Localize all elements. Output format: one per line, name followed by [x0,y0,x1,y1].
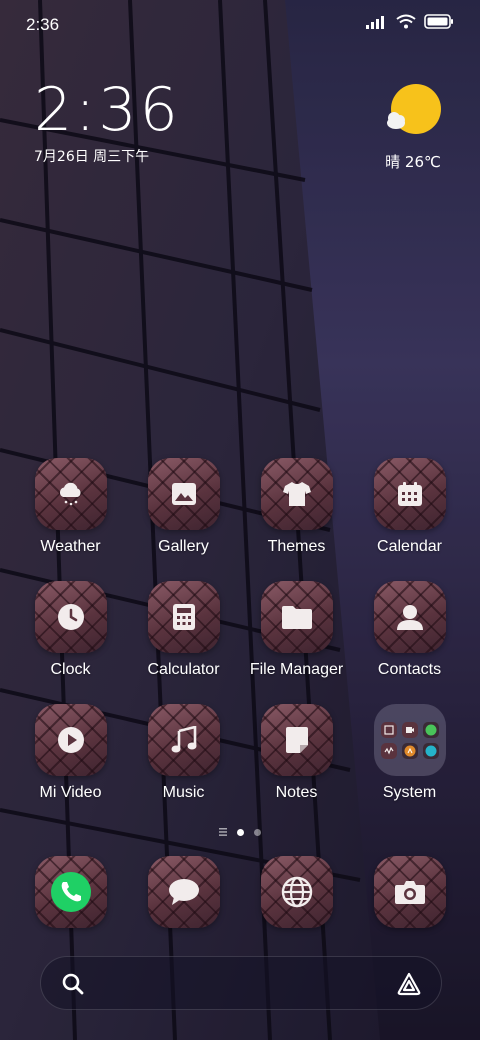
mini-app-icon [422,742,439,759]
status-bar: 2:36 [0,0,480,50]
dock [14,856,466,928]
app-themes[interactable]: Themes [240,458,353,556]
folder-system[interactable]: System [353,704,466,802]
mini-app-icon [380,721,397,738]
play-icon [57,727,84,753]
app-calculator[interactable]: Calculator [127,581,240,679]
app-clock[interactable]: Clock [14,581,127,679]
app-file-manager[interactable]: File Manager [240,581,353,679]
note-icon [285,727,308,753]
cloud-snow-icon [59,482,81,506]
calculator-icon [172,604,195,630]
messages-icon [168,879,199,905]
search-icon[interactable] [61,972,85,996]
app-label: Music [162,784,205,801]
app-grid: Weather Gallery Themes Calendar Clock Ca… [14,458,466,827]
page-indicator [0,828,480,836]
app-list-icon [219,828,227,836]
app-row: Mi Video Music Notes System [14,704,466,802]
app-label: Clock [50,661,91,678]
app-notes[interactable]: Notes [240,704,353,802]
folder-icon [281,606,312,629]
mini-app-icon [422,721,439,738]
app-label: Calculator [147,661,220,678]
dock-browser[interactable] [240,856,353,928]
wifi-icon [396,14,416,29]
browser-icon [281,876,312,908]
app-label: File Manager [249,661,344,678]
mini-app-icon [380,742,397,759]
search-bar[interactable] [40,956,442,1010]
dock-messages[interactable] [127,856,240,928]
weather-widget[interactable]: 晴 26℃ [382,84,444,172]
app-label: Contacts [377,661,442,678]
page-dot-active[interactable] [237,828,244,836]
app-label: Notes [275,784,318,801]
app-mi-video[interactable]: Mi Video [14,704,127,802]
music-note-icon [171,726,196,753]
weather-text: 晴 26℃ [385,153,441,171]
widget-date: 7月26日 周三下午 [34,149,150,165]
app-weather[interactable]: Weather [14,458,127,556]
app-label: Mi Video [39,784,102,801]
clock-icon [57,604,84,630]
app-label: Gallery [158,538,209,555]
calendar-icon [397,482,422,506]
status-time: 2:36 [26,15,60,34]
person-icon [396,605,423,630]
app-music[interactable]: Music [127,704,240,802]
sun-cloud-icon [387,84,441,134]
image-icon [171,483,196,505]
phone-icon [50,872,91,912]
dock-camera[interactable] [353,856,466,928]
app-contacts[interactable]: Contacts [353,581,466,679]
widget-time: 2:36 [34,75,181,145]
dock-phone[interactable] [14,856,127,928]
app-calendar[interactable]: Calendar [353,458,466,556]
mini-app-icon [401,721,418,738]
page-dot[interactable] [254,828,261,836]
assistant-icon[interactable] [395,971,423,997]
tshirt-icon [282,482,311,506]
battery-icon [424,14,453,29]
mini-app-icon [401,742,418,759]
signal-icon [366,15,384,29]
app-label: Weather [40,538,101,555]
app-label: System [382,784,437,801]
app-gallery[interactable]: Gallery [127,458,240,556]
camera-icon [394,881,425,904]
clock-widget[interactable]: 2:36 7月26日 周三下午 [34,78,181,166]
app-label: Calendar [377,538,442,555]
app-row: Clock Calculator File Manager Contacts [14,581,466,679]
app-row: Weather Gallery Themes Calendar [14,458,466,556]
app-label: Themes [267,538,326,555]
